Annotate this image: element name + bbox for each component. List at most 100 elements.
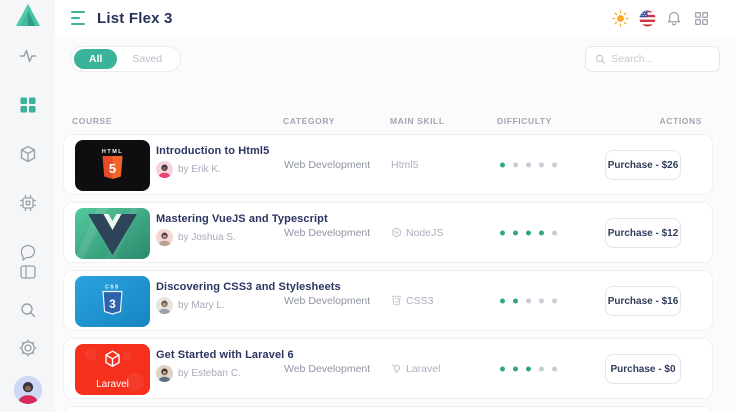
course-title[interactable]: Introduction to Html5	[156, 145, 269, 157]
course-row-html5[interactable]: HTML 5 Introduction to Html5 by Erik K. …	[63, 134, 713, 195]
bell-icon	[667, 11, 681, 25]
difficulty-dot	[552, 298, 557, 303]
author-name: by Esteban C.	[178, 368, 241, 379]
apps-button[interactable]	[692, 9, 710, 27]
language-button[interactable]	[638, 9, 656, 27]
dashboard-grid-icon	[20, 97, 35, 113]
filter-tabs: All Saved	[70, 46, 182, 72]
course-row-laravel[interactable]: Laravel Get Started with Laravel 6 by Es…	[63, 338, 713, 399]
author-name: by Erik K.	[178, 164, 221, 175]
apps-grid-icon	[694, 11, 708, 25]
difficulty-dot	[500, 366, 505, 371]
sidebar-item-chat[interactable]	[18, 242, 38, 262]
difficulty-rating	[500, 230, 565, 235]
sidebar-item-settings[interactable]	[18, 338, 38, 358]
difficulty-dot	[513, 230, 518, 235]
course-author: by Erik K.	[156, 161, 269, 178]
theme-toggle-button[interactable]	[611, 9, 629, 27]
difficulty-dot	[539, 298, 544, 303]
sidebar-item-cpu[interactable]	[18, 193, 38, 213]
app-logo[interactable]	[0, 0, 55, 30]
tab-all[interactable]: All	[74, 49, 118, 69]
user-avatar[interactable]	[13, 376, 42, 404]
difficulty-dot	[552, 366, 557, 371]
difficulty-dot	[552, 230, 557, 235]
course-skill: NodeJS	[391, 227, 443, 239]
menu-icon	[71, 11, 85, 13]
course-category: Web Development	[284, 362, 371, 375]
course-skill: Html5	[391, 158, 419, 171]
search-icon	[595, 54, 605, 64]
difficulty-rating	[500, 298, 565, 303]
course-title[interactable]: Discovering CSS3 and Stylesheets	[156, 281, 341, 293]
sidebar-item-package[interactable]	[18, 144, 38, 164]
difficulty-dot	[526, 162, 531, 167]
svg-text:5: 5	[109, 161, 116, 176]
course-row-css3[interactable]: CSS 3 Discovering CSS3 and Stylesheets b…	[63, 270, 713, 331]
sidebar-item-search[interactable]	[18, 300, 38, 320]
course-category: Web Development	[284, 294, 371, 307]
author-name: by Joshua S.	[178, 232, 236, 243]
sidebar-item-layout[interactable]	[18, 262, 38, 282]
purchase-button[interactable]: Purchase - $16	[605, 286, 681, 316]
notifications-button[interactable]	[665, 9, 683, 27]
course-row-python[interactable]: Python Basics for Beginners by Esteban C…	[63, 406, 713, 412]
difficulty-dot	[539, 162, 544, 167]
difficulty-dot	[526, 298, 531, 303]
laravel-icon	[392, 364, 400, 373]
main-area: List Flex 3 All Saved Search... COURSE C…	[55, 0, 736, 412]
course-category: Web Development	[284, 158, 371, 171]
topbar: List Flex 3	[55, 0, 736, 36]
course-row-vuejs[interactable]: Mastering VueJS and Typescript by Joshua…	[63, 202, 713, 263]
column-header-actions: Actions	[659, 116, 702, 126]
author-name: by Mary L.	[178, 300, 225, 311]
author-avatar	[156, 297, 173, 314]
difficulty-dot	[500, 230, 505, 235]
sun-icon	[611, 9, 629, 27]
course-author: by Esteban C.	[156, 365, 294, 382]
difficulty-dot	[552, 162, 557, 167]
svg-text:Laravel: Laravel	[96, 379, 129, 390]
controls-row: All Saved	[55, 46, 736, 72]
author-avatar	[156, 365, 173, 382]
search-icon	[20, 303, 35, 318]
svg-text:HTML: HTML	[102, 149, 123, 155]
purchase-button[interactable]: Purchase - $12	[605, 218, 681, 248]
sidebar-nav-top	[18, 46, 38, 262]
nodejs-icon	[392, 227, 401, 238]
course-title[interactable]: Mastering VueJS and Typescript	[156, 213, 328, 225]
css3-icon	[392, 295, 401, 306]
author-avatar	[156, 161, 173, 178]
tab-saved[interactable]: Saved	[117, 49, 177, 69]
difficulty-dot	[513, 162, 518, 167]
difficulty-dot	[513, 366, 518, 371]
course-skill: CSS3	[391, 295, 433, 307]
topbar-icons	[611, 9, 736, 27]
content-area: All Saved Course Category Main Skill Dif…	[55, 36, 736, 412]
course-title[interactable]: Get Started with Laravel 6	[156, 349, 294, 361]
difficulty-dot	[500, 162, 505, 167]
course-thumbnail-css3: CSS 3	[75, 276, 150, 327]
course-category: Web Development	[284, 226, 371, 239]
sidebar-item-dashboard[interactable]	[18, 95, 38, 115]
package-box-icon	[20, 145, 35, 163]
activity-icon	[19, 49, 36, 63]
purchase-button[interactable]: Purchase - $0	[605, 354, 681, 384]
author-avatar	[156, 229, 173, 246]
difficulty-dot	[513, 298, 518, 303]
us-flag-icon	[639, 10, 655, 26]
course-thumbnail-laravel: Laravel	[75, 344, 150, 395]
svg-text:CSS: CSS	[105, 285, 120, 291]
difficulty-dot	[539, 366, 544, 371]
search-input[interactable]	[611, 53, 710, 65]
chat-bubble-icon	[20, 244, 35, 261]
sidebar-item-activity[interactable]	[18, 46, 38, 66]
difficulty-dot	[526, 366, 531, 371]
difficulty-dot	[539, 230, 544, 235]
course-thumbnail-vuejs	[75, 208, 150, 259]
cpu-chip-icon	[19, 195, 36, 211]
search-box	[585, 46, 720, 72]
menu-toggle-button[interactable]	[71, 11, 89, 25]
page-title: List Flex 3	[97, 9, 173, 27]
purchase-button[interactable]: Purchase - $26	[605, 150, 681, 180]
